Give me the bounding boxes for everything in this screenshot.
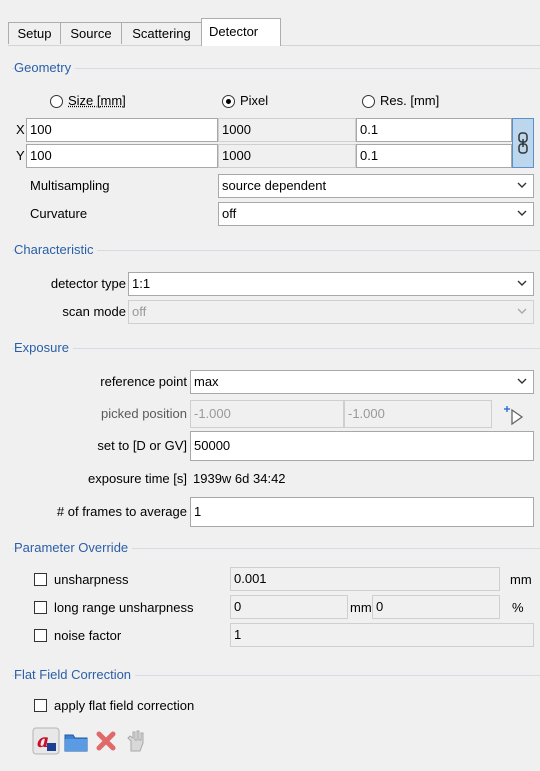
- pick-cursor-icon[interactable]: [503, 403, 527, 427]
- picked-position-label: picked position: [101, 406, 187, 421]
- set-to-field[interactable]: 50000: [190, 431, 534, 461]
- picked-y-field[interactable]: -1.000: [344, 400, 492, 428]
- frames-label: # of frames to average: [56, 504, 187, 519]
- flatfield-title: Flat Field Correction: [14, 667, 136, 683]
- unsharpness-unit: mm: [510, 572, 532, 587]
- open-folder-icon[interactable]: [62, 727, 90, 755]
- picked-x-field[interactable]: -1.000: [190, 400, 344, 428]
- curvature-select[interactable]: off: [218, 202, 534, 226]
- exposure-title: Exposure: [14, 340, 73, 356]
- multisampling-label: Multisampling: [30, 178, 110, 193]
- chevron-down-icon: [517, 308, 527, 314]
- reference-point-value: max: [194, 374, 219, 389]
- chain-link-icon[interactable]: [512, 118, 534, 168]
- long-range-unsharpness-field[interactable]: 0: [230, 595, 348, 619]
- detector-type-label: detector type: [50, 276, 126, 291]
- noise-factor-field[interactable]: 1: [230, 623, 534, 647]
- tab-bar: Setup Source Scattering Detector: [0, 0, 540, 46]
- chevron-down-icon: [517, 280, 527, 286]
- curvature-value: off: [222, 206, 237, 221]
- long-range-unit-mm: mm: [350, 600, 372, 615]
- y-label: Y: [16, 148, 25, 163]
- res-radio[interactable]: [362, 95, 375, 108]
- chevron-down-icon: [517, 182, 527, 188]
- pixel-radio-label[interactable]: Pixel: [240, 92, 268, 110]
- size-radio-label[interactable]: Size [mm]: [68, 92, 126, 110]
- tab-detector[interactable]: Detector: [201, 18, 281, 46]
- tab-source[interactable]: Source: [60, 22, 122, 44]
- apply-flatfield-label[interactable]: apply flat field correction: [54, 697, 194, 715]
- geometry-divider: [12, 68, 540, 69]
- long-range-unit-percent: %: [512, 600, 524, 615]
- pixel-radio-dot: [226, 99, 231, 104]
- apply-flatfield-checkbox[interactable]: [34, 699, 47, 712]
- exposure-time-label: exposure time [s]: [88, 471, 187, 486]
- x-res-field[interactable]: 0.1: [356, 118, 512, 142]
- reference-point-label: reference point: [100, 374, 187, 389]
- y-size-field[interactable]: 100: [26, 144, 218, 168]
- reference-point-select[interactable]: max: [190, 370, 534, 394]
- x-pixel-field[interactable]: 1000: [218, 118, 356, 142]
- detector-type-select[interactable]: 1:1: [128, 272, 534, 296]
- auto-image-icon[interactable]: a: [32, 727, 60, 755]
- scan-mode-select[interactable]: off: [128, 300, 534, 324]
- curvature-label: Curvature: [30, 206, 88, 221]
- noise-factor-checkbox[interactable]: [34, 629, 47, 642]
- detector-type-value: 1:1: [132, 276, 151, 291]
- y-res-field[interactable]: 0.1: [356, 144, 512, 168]
- unsharpness-label[interactable]: unsharpness: [54, 571, 128, 589]
- pixel-radio[interactable]: [222, 95, 235, 108]
- x-size-field[interactable]: 100: [26, 118, 218, 142]
- unsharpness-checkbox[interactable]: [34, 573, 47, 586]
- long-range-unsharpness-label[interactable]: long range unsharpness: [54, 599, 194, 617]
- size-radio[interactable]: [50, 95, 63, 108]
- unsharpness-field[interactable]: 0.001: [230, 567, 500, 591]
- exposure-time-value: 1939w 6d 34:42: [193, 471, 286, 486]
- chevron-down-icon: [517, 210, 527, 216]
- geometry-title: Geometry: [14, 60, 76, 76]
- frames-field[interactable]: 1: [190, 497, 534, 527]
- exposure-divider: [12, 348, 540, 349]
- set-to-label: set to [D or GV]: [97, 438, 187, 453]
- hand-tool-icon[interactable]: [122, 727, 150, 755]
- multisampling-select[interactable]: source dependent: [218, 174, 534, 198]
- characteristic-title: Characteristic: [14, 242, 98, 258]
- override-title: Parameter Override: [14, 540, 133, 556]
- multisampling-value: source dependent: [222, 178, 327, 193]
- long-range-percent-field[interactable]: 0: [372, 595, 500, 619]
- y-pixel-field[interactable]: 1000: [218, 144, 356, 168]
- res-radio-label[interactable]: Res. [mm]: [380, 92, 439, 110]
- scan-mode-label: scan mode: [62, 304, 126, 319]
- tab-scattering[interactable]: Scattering: [121, 22, 202, 44]
- scan-mode-value: off: [132, 304, 147, 319]
- tab-setup[interactable]: Setup: [8, 22, 61, 44]
- x-label: X: [16, 122, 25, 137]
- chevron-down-icon: [517, 378, 527, 384]
- noise-factor-label[interactable]: noise factor: [54, 627, 121, 645]
- delete-icon[interactable]: [92, 727, 120, 755]
- long-range-unsharpness-checkbox[interactable]: [34, 601, 47, 614]
